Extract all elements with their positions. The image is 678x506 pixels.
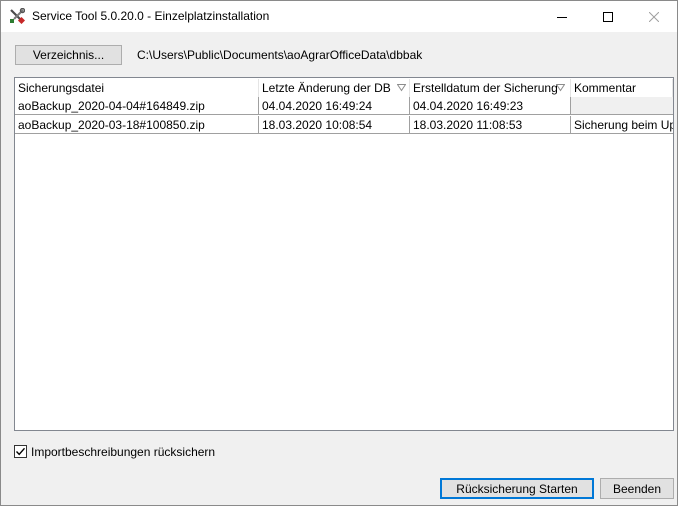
checkmark-icon xyxy=(15,447,26,456)
filter-arrow-icon[interactable] xyxy=(556,83,565,92)
backup-table[interactable]: Sicherungsdatei Letzte Änderung der DB E… xyxy=(14,77,674,431)
minimize-icon xyxy=(557,16,567,18)
column-header-sicherungsdatei[interactable]: Sicherungsdatei xyxy=(15,79,259,97)
service-tool-window: Service Tool 5.0.20.0 - Einzelplatzinsta… xyxy=(0,0,678,506)
quit-button[interactable]: Beenden xyxy=(600,478,674,499)
table-row[interactable]: aoBackup_2020-04-04#164849.zip 04.04.202… xyxy=(15,97,673,115)
directory-button[interactable]: Verzeichnis... xyxy=(15,45,122,65)
table-cell[interactable]: aoBackup_2020-04-04#164849.zip xyxy=(15,97,259,115)
column-header-kommentar[interactable]: Kommentar xyxy=(571,79,673,97)
wrench-screwdriver-icon xyxy=(9,7,26,25)
table-cell[interactable]: Sicherung beim Upda xyxy=(571,116,673,134)
minimize-button[interactable] xyxy=(539,1,585,32)
directory-path: C:\Users\Public\Documents\aoAgrarOfficeD… xyxy=(137,48,423,62)
close-button[interactable] xyxy=(631,1,677,32)
maximize-button[interactable] xyxy=(585,1,631,32)
column-header-letzte-aenderung[interactable]: Letzte Änderung der DB xyxy=(259,79,410,97)
table-row[interactable]: aoBackup_2020-03-18#100850.zip 18.03.202… xyxy=(15,116,673,134)
column-header-label: Kommentar xyxy=(574,81,637,95)
column-header-erstelldatum[interactable]: Erstelldatum der Sicherung xyxy=(410,79,571,97)
table-cell[interactable]: 18.03.2020 11:08:53 xyxy=(410,116,571,134)
maximize-icon xyxy=(603,11,613,22)
table-header: Sicherungsdatei Letzte Änderung der DB E… xyxy=(15,79,673,97)
table-cell[interactable]: aoBackup_2020-03-18#100850.zip xyxy=(15,116,259,134)
column-header-label: Sicherungsdatei xyxy=(18,81,105,95)
import-descriptions-label[interactable]: Importbeschreibungen rücksichern xyxy=(31,445,215,459)
start-restore-button[interactable]: Rücksicherung Starten xyxy=(440,478,594,499)
table-cell[interactable]: 04.04.2020 16:49:24 xyxy=(259,97,410,115)
window-title: Service Tool 5.0.20.0 - Einzelplatzinsta… xyxy=(32,9,270,23)
table-cell[interactable]: 18.03.2020 10:08:54 xyxy=(259,116,410,134)
column-header-label: Erstelldatum der Sicherung xyxy=(413,81,558,95)
table-cell[interactable]: 04.04.2020 16:49:23 xyxy=(410,97,571,115)
title-bar[interactable]: Service Tool 5.0.20.0 - Einzelplatzinsta… xyxy=(1,1,677,32)
close-icon xyxy=(649,11,659,22)
filter-arrow-icon[interactable] xyxy=(397,83,406,92)
import-descriptions-checkbox[interactable] xyxy=(14,445,27,458)
column-header-label: Letzte Änderung der DB xyxy=(262,81,391,95)
table-cell[interactable] xyxy=(571,97,673,115)
